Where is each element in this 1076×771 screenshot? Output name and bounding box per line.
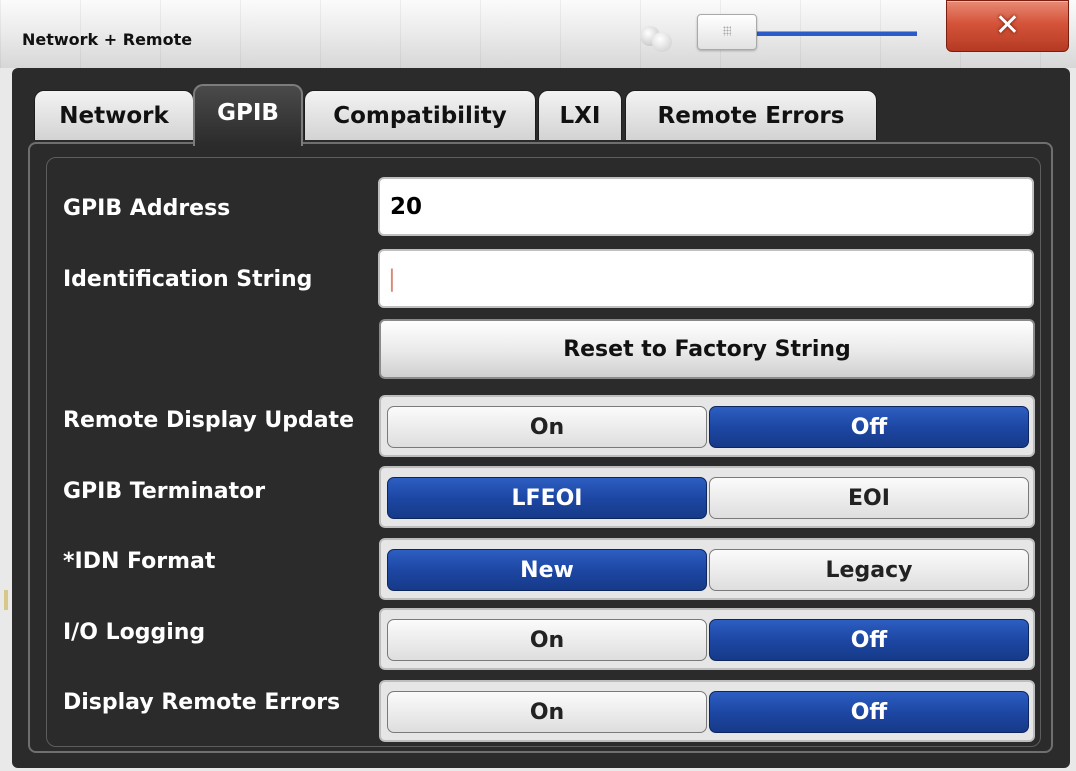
option-label: EOI	[848, 485, 890, 511]
io-logging-label: I/O Logging	[63, 620, 206, 645]
option-label: On	[529, 699, 565, 725]
identification-string-input[interactable]: |	[378, 249, 1034, 308]
option-label: Legacy	[825, 557, 913, 583]
display-remote-errors-toggle: On Off	[379, 680, 1035, 742]
gpib-terminator-toggle: LFEOI EOI	[379, 466, 1035, 528]
option-label: New	[520, 557, 574, 583]
io-logging-on[interactable]: On	[387, 619, 707, 661]
identification-string-label: Identification String	[63, 267, 313, 292]
tab-label: Network	[59, 102, 169, 129]
transparency-slider-track[interactable]	[750, 31, 917, 36]
background-trace	[4, 590, 8, 610]
transparency-icon[interactable]	[640, 26, 674, 52]
close-icon: ✕	[994, 8, 1021, 43]
gpib-address-label: GPIB Address	[63, 196, 231, 221]
tab-gpib[interactable]: GPIB	[193, 84, 303, 146]
idn-format-new[interactable]: New	[387, 549, 707, 591]
idn-format-toggle: New Legacy	[379, 538, 1035, 600]
tab-remote-errors[interactable]: Remote Errors	[625, 90, 877, 140]
option-label: Off	[850, 699, 888, 725]
remote-display-update-on[interactable]: On	[387, 406, 707, 448]
window-titlebar: Network + Remote ✕	[0, 0, 1076, 68]
gpib-address-value: 20	[390, 193, 423, 220]
tab-label: LXI	[559, 102, 601, 129]
tab-label: Compatibility	[333, 102, 507, 129]
option-label: Off	[850, 627, 888, 653]
io-logging-off[interactable]: Off	[709, 619, 1029, 661]
option-label: LFEOI	[511, 485, 583, 511]
gpib-terminator-lfeoi[interactable]: LFEOI	[387, 477, 707, 519]
reset-factory-string-button[interactable]: Reset to Factory String	[379, 319, 1035, 379]
option-label: On	[529, 627, 565, 653]
remote-display-update-label: Remote Display Update	[63, 408, 354, 433]
display-remote-errors-label: Display Remote Errors	[63, 690, 341, 715]
text-cursor: |	[388, 265, 396, 292]
window-title: Network + Remote	[22, 30, 193, 49]
reset-factory-string-label: Reset to Factory String	[563, 336, 851, 362]
tab-compatibility[interactable]: Compatibility	[304, 90, 536, 140]
tab-label: Remote Errors	[657, 102, 845, 129]
io-logging-toggle: On Off	[379, 608, 1035, 670]
gpib-address-input[interactable]: 20	[378, 177, 1034, 236]
option-label: On	[529, 414, 565, 440]
remote-display-update-off[interactable]: Off	[709, 406, 1029, 448]
remote-display-update-toggle: On Off	[379, 395, 1035, 457]
tab-label: GPIB	[217, 100, 279, 126]
gpib-terminator-label: GPIB Terminator	[63, 479, 266, 504]
option-label: Off	[850, 414, 888, 440]
close-button[interactable]: ✕	[946, 0, 1069, 52]
gpib-terminator-eoi[interactable]: EOI	[709, 477, 1029, 519]
tab-network[interactable]: Network	[34, 90, 194, 140]
display-remote-errors-off[interactable]: Off	[709, 691, 1029, 733]
idn-format-legacy[interactable]: Legacy	[709, 549, 1029, 591]
transparency-slider-handle[interactable]	[697, 14, 757, 50]
tab-lxi[interactable]: LXI	[538, 90, 622, 140]
display-remote-errors-on[interactable]: On	[387, 691, 707, 733]
idn-format-label: *IDN Format	[63, 549, 216, 574]
